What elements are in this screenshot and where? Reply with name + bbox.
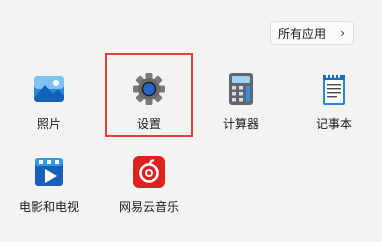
movies-tv-icon xyxy=(35,158,63,186)
app-label-notepad: 记事本 xyxy=(315,117,352,131)
settings-highlight-box xyxy=(105,53,193,137)
app-label-photos: 照片 xyxy=(36,117,61,131)
photos-icon xyxy=(34,76,64,102)
app-label-calculator: 计算器 xyxy=(222,117,259,131)
app-tile-movies-tv[interactable]: 电影和电视 xyxy=(5,141,93,221)
app-label-netease-music: 网易云音乐 xyxy=(118,200,179,214)
chevron-right-icon: › xyxy=(340,26,345,40)
all-apps-label: 所有应用 xyxy=(278,26,327,41)
all-apps-button[interactable]: 所有应用 › xyxy=(270,21,354,45)
calculator-icon xyxy=(229,73,253,105)
app-tile-netease-music[interactable]: 网易云音乐 xyxy=(105,141,193,221)
app-tile-calculator[interactable]: 计算器 xyxy=(197,58,285,138)
app-label-movies-tv: 电影和电视 xyxy=(18,200,79,214)
netease-music-icon xyxy=(133,156,165,188)
app-tile-photos[interactable]: 照片 xyxy=(5,58,93,138)
app-tile-notepad[interactable]: 记事本 xyxy=(290,58,378,138)
notepad-icon xyxy=(323,73,345,105)
